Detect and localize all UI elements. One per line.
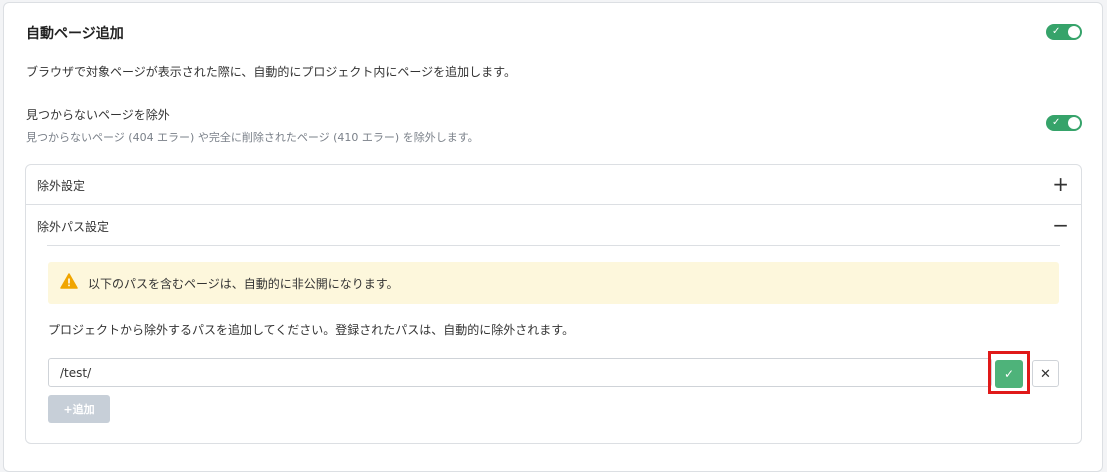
exclude-not-found-description: 見つからないページ (404 エラー) や完全に削除されたページ (410 エラ… — [26, 131, 479, 144]
accordion-label: 除外パス設定 — [37, 220, 110, 234]
accordion-exclude-paths[interactable]: 除外パス設定 − — [26, 206, 1081, 246]
alert-text: 以下のパスを含むページは、自動的に非公開になります。 — [88, 277, 399, 291]
exclude-accordion: 除外設定 + 除外パス設定 − 以下のパスを含むページは、自動的に非公開になりま… — [25, 164, 1082, 444]
auto-add-title: 自動ページ追加 — [26, 26, 124, 42]
plus-icon: + — [1052, 172, 1069, 196]
cancel-button[interactable]: ✕ — [1032, 360, 1059, 387]
warning-alert: 以下のパスを含むページは、自動的に非公開になります。 — [48, 262, 1059, 304]
minus-icon: − — [1052, 213, 1069, 237]
accordion-exclude-settings[interactable]: 除外設定 + — [26, 165, 1081, 205]
divider — [47, 245, 1060, 246]
add-path-button[interactable]: +追加 — [48, 395, 110, 423]
toggle-knob — [1068, 117, 1080, 129]
check-icon: ✓ — [1052, 117, 1061, 128]
settings-card: 自動ページ追加 ✓ ブラウザで対象ページが表示された際に、自動的にプロジェクト内… — [3, 2, 1103, 472]
exclude-not-found-toggle[interactable]: ✓ — [1046, 115, 1082, 131]
exclude-not-found-title: 見つからないページを除外 — [26, 108, 170, 122]
auto-add-description: ブラウザで対象ページが表示された際に、自動的にプロジェクト内にページを追加します… — [26, 65, 516, 79]
help-text: プロジェクトから除外するパスを追加してください。登録されたパスは、自動的に除外さ… — [48, 323, 575, 337]
accordion-label: 除外設定 — [37, 179, 86, 193]
exclude-path-input[interactable] — [48, 358, 992, 387]
confirm-button[interactable]: ✓ — [995, 360, 1023, 388]
auto-add-toggle[interactable]: ✓ — [1046, 24, 1082, 40]
check-icon: ✓ — [1052, 26, 1061, 37]
toggle-knob — [1068, 26, 1080, 38]
warning-icon — [60, 273, 78, 293]
